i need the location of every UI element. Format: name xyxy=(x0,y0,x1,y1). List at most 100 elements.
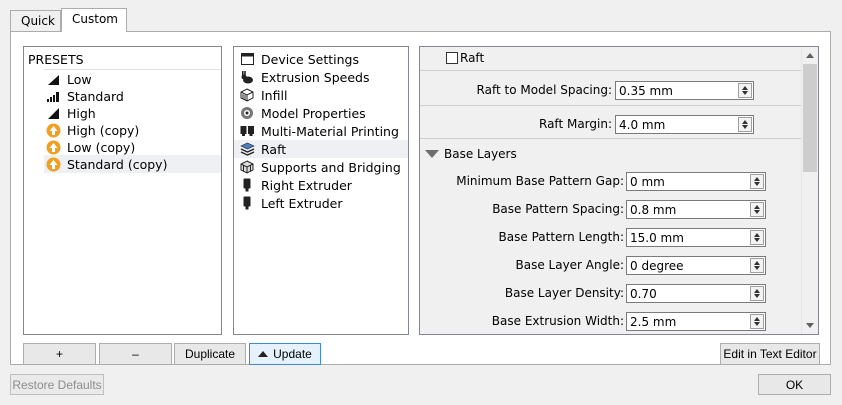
base-pattern-spacing-value: 0.8 mm xyxy=(630,203,677,217)
raft-to-model-spacing-value: 0.35 mm xyxy=(619,84,673,98)
spinbox-arrows[interactable] xyxy=(750,258,764,273)
category-item-infill[interactable]: Infill xyxy=(234,86,408,104)
raft-to-model-spacing-spinbox[interactable]: 0.35 mm xyxy=(615,81,754,100)
raft-checkbox-label: Raft xyxy=(460,51,485,65)
arrow-up-icon[interactable] xyxy=(754,177,760,181)
arrow-up-icon[interactable] xyxy=(754,233,760,237)
category-item-device-settings[interactable]: Device Settings xyxy=(234,50,408,68)
base-extrusion-width-label: Base Extrusion Width: xyxy=(491,314,624,328)
spinbox-arrows[interactable] xyxy=(750,230,764,245)
update-preset-label: Update xyxy=(273,347,312,361)
rabbit-icon xyxy=(239,69,255,85)
category-item-multi-material-printing[interactable]: Multi-Material Printing xyxy=(234,122,408,140)
divider xyxy=(420,138,802,139)
tab-custom-label: Custom xyxy=(72,12,118,26)
tab-custom[interactable]: Custom xyxy=(61,8,127,32)
min-base-pattern-gap-spinbox[interactable]: 0 mm xyxy=(626,172,766,191)
window-icon xyxy=(239,51,255,67)
category-item-raft[interactable]: Raft xyxy=(234,140,408,158)
spinbox-arrows[interactable] xyxy=(738,83,752,98)
custom-preset-icon xyxy=(45,139,61,155)
divider xyxy=(420,105,802,106)
preset-item-high[interactable]: High xyxy=(24,104,221,122)
base-extrusion-width-spinbox[interactable]: 2.5 mm xyxy=(626,312,766,331)
preset-item-high-copy[interactable]: High (copy) xyxy=(24,121,221,139)
ok-button[interactable]: OK xyxy=(758,374,831,395)
arrow-up-icon[interactable] xyxy=(742,86,748,90)
preset-item-low-copy[interactable]: Low (copy) xyxy=(24,138,221,156)
spinbox-arrows[interactable] xyxy=(750,314,764,329)
raft-margin-label: Raft Margin: xyxy=(539,117,612,131)
raft-checkbox[interactable] xyxy=(446,52,458,64)
custom-preset-icon xyxy=(45,122,61,138)
category-item-right-extruder[interactable]: Right Extruder xyxy=(234,176,408,194)
category-item-left-extruder[interactable]: Left Extruder xyxy=(234,194,408,212)
custom-tab-panel: PRESETS Low Standard High High (copy) Lo… xyxy=(10,31,831,365)
raft-margin-value: 4.0 mm xyxy=(619,118,666,132)
vertical-scrollbar[interactable] xyxy=(801,47,818,334)
arrow-up-icon[interactable] xyxy=(754,289,760,293)
category-item-label: Raft xyxy=(261,141,287,157)
scroll-up-arrow-icon[interactable] xyxy=(806,53,814,58)
raft-margin-spinbox[interactable]: 4.0 mm xyxy=(615,115,754,134)
spinbox-arrows[interactable] xyxy=(750,286,764,301)
arrow-up-icon[interactable] xyxy=(754,205,760,209)
preset-item-label: Standard xyxy=(67,88,124,104)
base-layer-density-value: 0.70 xyxy=(630,287,657,301)
scrollbar-thumb[interactable] xyxy=(803,64,817,172)
category-item-model-properties[interactable]: Model Properties xyxy=(234,104,408,122)
category-item-label: Infill xyxy=(261,87,288,103)
preset-item-low[interactable]: Low xyxy=(24,70,221,88)
arrow-down-icon[interactable] xyxy=(754,210,760,214)
tab-quick[interactable]: Quick xyxy=(10,10,61,31)
arrow-up-icon[interactable] xyxy=(742,120,748,124)
spinbox-arrows[interactable] xyxy=(750,202,764,217)
divider xyxy=(420,70,802,71)
presets-list[interactable]: PRESETS Low Standard High High (copy) Lo… xyxy=(23,46,222,335)
base-pattern-length-spinbox[interactable]: 15.0 mm xyxy=(626,228,766,247)
arrow-down-icon[interactable] xyxy=(742,91,748,95)
multi-material-icon xyxy=(239,123,255,139)
remove-preset-button[interactable]: – xyxy=(99,343,172,365)
base-layer-angle-spinbox[interactable]: 0 degree xyxy=(626,256,766,275)
spinbox-arrows[interactable] xyxy=(750,174,764,189)
arrow-up-icon[interactable] xyxy=(754,261,760,265)
category-item-label: Multi-Material Printing xyxy=(261,123,399,139)
duplicate-preset-button[interactable]: Duplicate xyxy=(174,343,246,365)
presets-header-label: PRESETS xyxy=(28,51,84,67)
category-item-extrusion-speeds[interactable]: Extrusion Speeds xyxy=(234,68,408,86)
preset-item-standard[interactable]: Standard xyxy=(24,87,221,105)
preset-item-label: Low xyxy=(67,71,92,87)
restore-defaults-button[interactable]: Restore Defaults xyxy=(10,374,104,395)
infill-cube-icon xyxy=(239,87,255,103)
supports-cube-icon xyxy=(239,159,255,175)
collapse-triangle-icon[interactable] xyxy=(425,150,439,158)
preset-item-label: High (copy) xyxy=(67,122,140,138)
category-item-supports-and-bridging[interactable]: Supports and Bridging xyxy=(234,158,408,176)
model-properties-icon xyxy=(239,105,255,121)
edit-in-text-editor-button[interactable]: Edit in Text Editor xyxy=(720,343,820,365)
signal-bars-low-icon xyxy=(45,71,61,87)
update-preset-button[interactable]: Update xyxy=(249,343,321,365)
arrow-down-icon[interactable] xyxy=(742,125,748,129)
arrow-up-icon[interactable] xyxy=(754,317,760,321)
arrow-down-icon[interactable] xyxy=(754,294,760,298)
base-pattern-length-value: 15.0 mm xyxy=(630,231,684,245)
category-item-label: Right Extruder xyxy=(261,177,352,193)
signal-bars-high-icon xyxy=(45,105,61,121)
arrow-down-icon[interactable] xyxy=(754,238,760,242)
scroll-down-arrow-icon[interactable] xyxy=(806,323,814,328)
preset-item-label: Low (copy) xyxy=(67,139,136,155)
base-pattern-spacing-spinbox[interactable]: 0.8 mm xyxy=(626,200,766,219)
arrow-down-icon[interactable] xyxy=(754,266,760,270)
arrow-down-icon[interactable] xyxy=(754,322,760,326)
base-layer-density-label: Base Layer Density: xyxy=(504,286,624,300)
base-layer-density-spinbox[interactable]: 0.70 xyxy=(626,284,766,303)
settings-category-list[interactable]: Device Settings Extrusion Speeds Infill … xyxy=(233,46,409,335)
arrow-down-icon[interactable] xyxy=(754,182,760,186)
category-item-label: Extrusion Speeds xyxy=(261,69,370,85)
add-preset-button[interactable]: + xyxy=(23,343,96,365)
spinbox-arrows[interactable] xyxy=(738,117,752,132)
signal-bars-medium-icon xyxy=(45,88,61,104)
preset-item-standard-copy[interactable]: Standard (copy) xyxy=(44,155,221,173)
